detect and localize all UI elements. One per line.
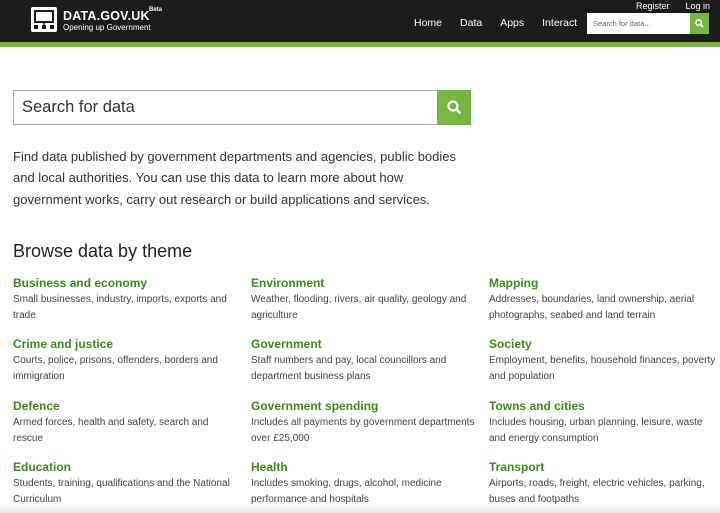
browse-heading: Browse data by theme: [13, 241, 193, 261]
theme-mapping: Mapping Addresses, boundaries, land owne…: [489, 276, 717, 324]
account-links: Register Log in: [636, 0, 710, 12]
theme-health: Health Includes smoking, drugs, alcohol,…: [251, 460, 479, 508]
theme-link[interactable]: Crime and justice: [13, 337, 241, 352]
nav-apps[interactable]: Apps: [491, 12, 533, 42]
theme-link[interactable]: Business and economy: [13, 276, 241, 291]
theme-environment: Environment Weather, flooding, rivers, a…: [251, 276, 479, 324]
theme-towns-cities: Towns and cities Includes housing, urban…: [489, 399, 717, 447]
header-search-button[interactable]: [690, 13, 709, 34]
main-search-input[interactable]: [13, 90, 438, 125]
main-search-button[interactable]: [437, 90, 471, 125]
theme-defence: Defence Armed forces, health and safety,…: [13, 399, 241, 447]
register-link[interactable]: Register: [636, 0, 670, 12]
login-link[interactable]: Log in: [685, 0, 710, 12]
intro-text: Find data published by government depart…: [13, 149, 457, 207]
theme-transport: Transport Airports, roads, freight, elec…: [489, 460, 717, 508]
site-tagline: Opening up Government: [63, 23, 151, 32]
theme-description: Armed forces, health and safety, search …: [13, 417, 209, 444]
main-nav: Home Data Apps Interact: [405, 12, 586, 47]
theme-description: Courts, police, prisons, offenders, bord…: [13, 355, 218, 382]
theme-link[interactable]: Towns and cities: [489, 399, 717, 414]
nav-interact[interactable]: Interact: [533, 12, 586, 42]
theme-link[interactable]: Environment: [251, 276, 479, 291]
theme-business-economy: Business and economy Small businesses, i…: [13, 276, 241, 324]
theme-link[interactable]: Transport: [489, 460, 717, 475]
header-accent-bar: [0, 42, 720, 47]
theme-link[interactable]: Defence: [13, 399, 241, 414]
nav-home[interactable]: Home: [405, 12, 451, 47]
theme-description: Includes housing, urban planning, leisur…: [489, 417, 703, 444]
theme-government: Government Staff numbers and pay, local …: [251, 337, 479, 385]
theme-description: Small businesses, industry, imports, exp…: [13, 294, 227, 321]
theme-description: Includes all payments by government depa…: [251, 417, 475, 444]
theme-description: Employment, benefits, household finances…: [489, 355, 716, 382]
theme-link[interactable]: Health: [251, 460, 479, 475]
theme-link[interactable]: Government spending: [251, 399, 479, 414]
theme-link[interactable]: Education: [13, 460, 241, 475]
theme-government-spending: Government spending Includes all payment…: [251, 399, 479, 447]
theme-description: Staff numbers and pay, local councillors…: [251, 355, 447, 382]
header-search-input[interactable]: [587, 13, 690, 34]
site-brand[interactable]: DATA.GOV.UK: [63, 9, 150, 23]
nav-data[interactable]: Data: [451, 12, 491, 42]
theme-education: Education Students, training, qualificat…: [13, 460, 241, 508]
theme-description: Addresses, boundaries, land ownership, a…: [489, 294, 695, 321]
theme-description: Weather, flooding, rivers, air quality, …: [251, 294, 467, 321]
search-icon: [695, 19, 704, 28]
search-icon: [446, 100, 461, 115]
site-header: DATA.GOV.UK Beta Opening up Government R…: [0, 0, 720, 47]
theme-society: Society Employment, benefits, household …: [489, 337, 717, 385]
theme-link[interactable]: Society: [489, 337, 717, 352]
site-logo-icon[interactable]: [31, 7, 57, 32]
scroll-fade: [0, 503, 720, 513]
beta-badge: Beta: [149, 7, 163, 13]
theme-link[interactable]: Mapping: [489, 276, 717, 291]
theme-link[interactable]: Government: [251, 337, 479, 352]
theme-crime-justice: Crime and justice Courts, police, prison…: [13, 337, 241, 385]
